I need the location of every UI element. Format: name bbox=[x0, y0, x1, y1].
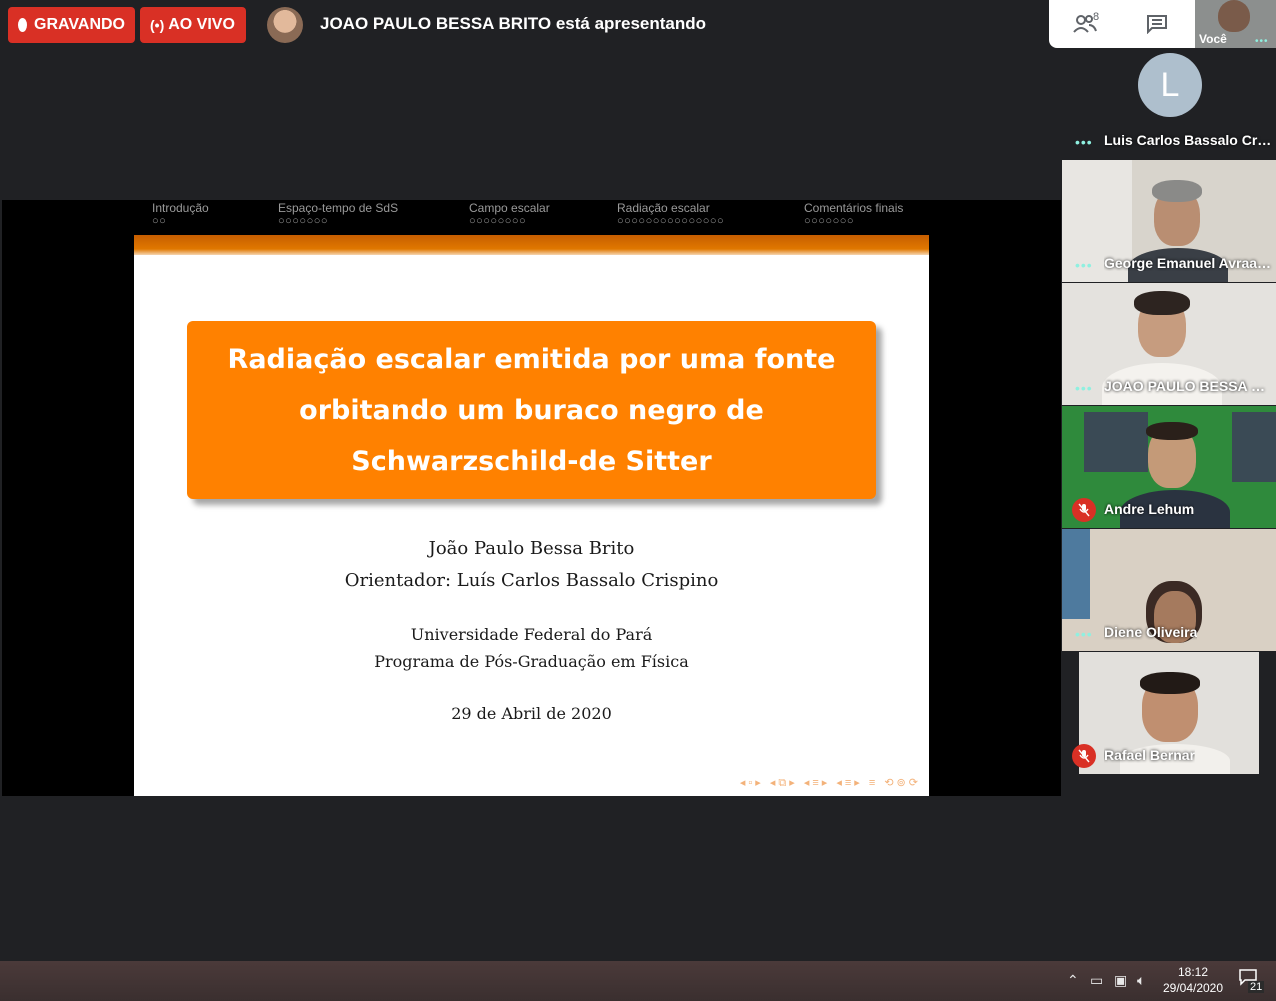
self-face bbox=[1218, 0, 1250, 32]
nav-section: Introdução ○○ bbox=[152, 202, 209, 228]
participant-hair bbox=[1140, 672, 1200, 694]
participant-hair bbox=[1146, 422, 1198, 440]
mic-off-icon bbox=[1072, 744, 1096, 768]
participant-tile[interactable]: ••• George Emanuel Avraam … bbox=[1062, 160, 1276, 282]
nav-section: Espaço-tempo de SdS ○○○○○○○ bbox=[278, 202, 398, 228]
broadcast-icon: (•) bbox=[150, 17, 165, 33]
nav-section-dots: ○○○○○○○○ bbox=[469, 215, 527, 227]
taskbar bbox=[0, 961, 1276, 1001]
participant-name: Diene Oliveira bbox=[1104, 624, 1198, 640]
participant-name: Andre Lehum bbox=[1104, 501, 1195, 517]
self-label: Você bbox=[1199, 32, 1227, 46]
nav-section-label: Campo escalar bbox=[469, 201, 550, 215]
live-label: AO VIVO bbox=[168, 16, 235, 33]
slide-header-bar bbox=[134, 235, 929, 255]
slide-section-nav: Introdução ○○ Espaço-tempo de SdS ○○○○○○… bbox=[134, 200, 929, 235]
nav-section: Campo escalar ○○○○○○○○ bbox=[469, 202, 550, 228]
participant-hair bbox=[1152, 180, 1202, 202]
nav-section-label: Espaço-tempo de SdS bbox=[278, 201, 399, 215]
slide-date: 29 de Abril de 2020 bbox=[451, 704, 612, 723]
participant-name: Rafael Bernar bbox=[1104, 747, 1196, 763]
nav-section-dots: ○○ bbox=[152, 215, 167, 227]
show-hidden-icons-icon[interactable]: ⌃ bbox=[1067, 972, 1079, 989]
volume-icon[interactable]: 🔈︎ bbox=[1137, 972, 1145, 989]
audio-indicator-icon: ••• bbox=[1075, 626, 1093, 642]
recording-label: GRAVANDO bbox=[34, 16, 125, 33]
slide-title: Radiação escalar emitida por uma fonte o… bbox=[212, 334, 852, 487]
recording-badge: GRAVANDO bbox=[8, 7, 135, 43]
taskbar-clock[interactable]: 18:12 29/04/2020 bbox=[1160, 964, 1226, 996]
participant-tile[interactable]: L ••• Luis Carlos Bassalo Crispi… bbox=[1062, 49, 1276, 159]
nav-section-dots: ○○○○○○○○○○○○○○○ bbox=[617, 215, 725, 227]
participant-name: JOAO PAULO BESSA BRITO bbox=[1104, 378, 1274, 394]
slide: Radiação escalar emitida por uma fonte o… bbox=[134, 235, 929, 796]
mic-off-icon bbox=[1072, 498, 1096, 522]
slide-title-line: orbitando um buraco negro de bbox=[299, 394, 764, 426]
slide-author: João Paulo Bessa Brito bbox=[428, 538, 635, 559]
chat-icon bbox=[1147, 15, 1167, 34]
nav-section-label: Comentários finais bbox=[804, 201, 904, 215]
top-bar: GRAVANDO (•) AO VIVO JOAO PAULO BESSA BR… bbox=[0, 0, 1048, 50]
nav-section: Comentários finais ○○○○○○○ bbox=[804, 202, 903, 228]
participant-tile[interactable]: Rafael Bernar bbox=[1062, 652, 1276, 774]
window-background bbox=[1232, 412, 1276, 482]
slide-university: Universidade Federal do Pará bbox=[410, 625, 653, 644]
slide-advisor: Orientador: Luís Carlos Bassalo Crispino bbox=[344, 570, 719, 591]
participant-tile[interactable]: ••• Diene Oliveira bbox=[1062, 529, 1276, 651]
slide-title-line: Radiação escalar emitida por uma fonte bbox=[227, 343, 836, 375]
presenter-status: JOAO PAULO BESSA BRITO está apresentando bbox=[320, 14, 707, 33]
slide-title-box: Radiação escalar emitida por uma fonte o… bbox=[187, 321, 876, 499]
audio-indicator-icon: ••• bbox=[1075, 380, 1093, 396]
nav-section-dots: ○○○○○○○ bbox=[804, 215, 855, 227]
window-background bbox=[1062, 529, 1090, 619]
slide-title-line: Schwarzschild-de Sitter bbox=[351, 445, 712, 477]
clock-date: 29/04/2020 bbox=[1162, 981, 1224, 995]
presenter-avatar bbox=[267, 7, 303, 43]
people-count: 8 bbox=[1093, 11, 1100, 23]
participant-tile[interactable]: ••• JOAO PAULO BESSA BRITO bbox=[1062, 283, 1276, 405]
record-dot-icon bbox=[18, 18, 28, 32]
participant-avatar: L bbox=[1138, 53, 1202, 117]
self-video-tile[interactable]: Você ••• bbox=[1195, 0, 1276, 48]
slide-program: Programa de Pós-Graduação em Física bbox=[374, 652, 689, 671]
beamer-navigation-icons: ◂▫▸ ◂⧉▸ ◂≡▸ ◂≡▸ ≡ ⟲⊚⟳ bbox=[739, 777, 921, 789]
chat-button[interactable] bbox=[1139, 8, 1175, 40]
audio-indicator-icon: ••• bbox=[1075, 134, 1093, 150]
notification-count: 21 bbox=[1248, 981, 1265, 993]
nav-section: Radiação escalar ○○○○○○○○○○○○○○○ bbox=[617, 202, 724, 228]
battery-icon[interactable]: ▭ bbox=[1090, 972, 1103, 989]
participant-name: Luis Carlos Bassalo Crispi… bbox=[1104, 132, 1274, 148]
nav-section-label: Introdução bbox=[152, 201, 209, 215]
audio-indicator-icon: ••• bbox=[1255, 36, 1269, 47]
participant-name: George Emanuel Avraam … bbox=[1104, 255, 1274, 271]
network-icon[interactable]: ▣ bbox=[1114, 972, 1127, 989]
live-badge: (•) AO VIVO bbox=[140, 7, 246, 43]
nav-section-label: Radiação escalar bbox=[617, 201, 710, 215]
nav-section-dots: ○○○○○○○ bbox=[278, 215, 329, 227]
participant-tile[interactable]: Andre Lehum bbox=[1062, 406, 1276, 528]
clock-time: 18:12 bbox=[1177, 965, 1209, 979]
audio-indicator-icon: ••• bbox=[1075, 257, 1093, 273]
window-background bbox=[1084, 412, 1148, 472]
participant-hair bbox=[1134, 291, 1190, 315]
